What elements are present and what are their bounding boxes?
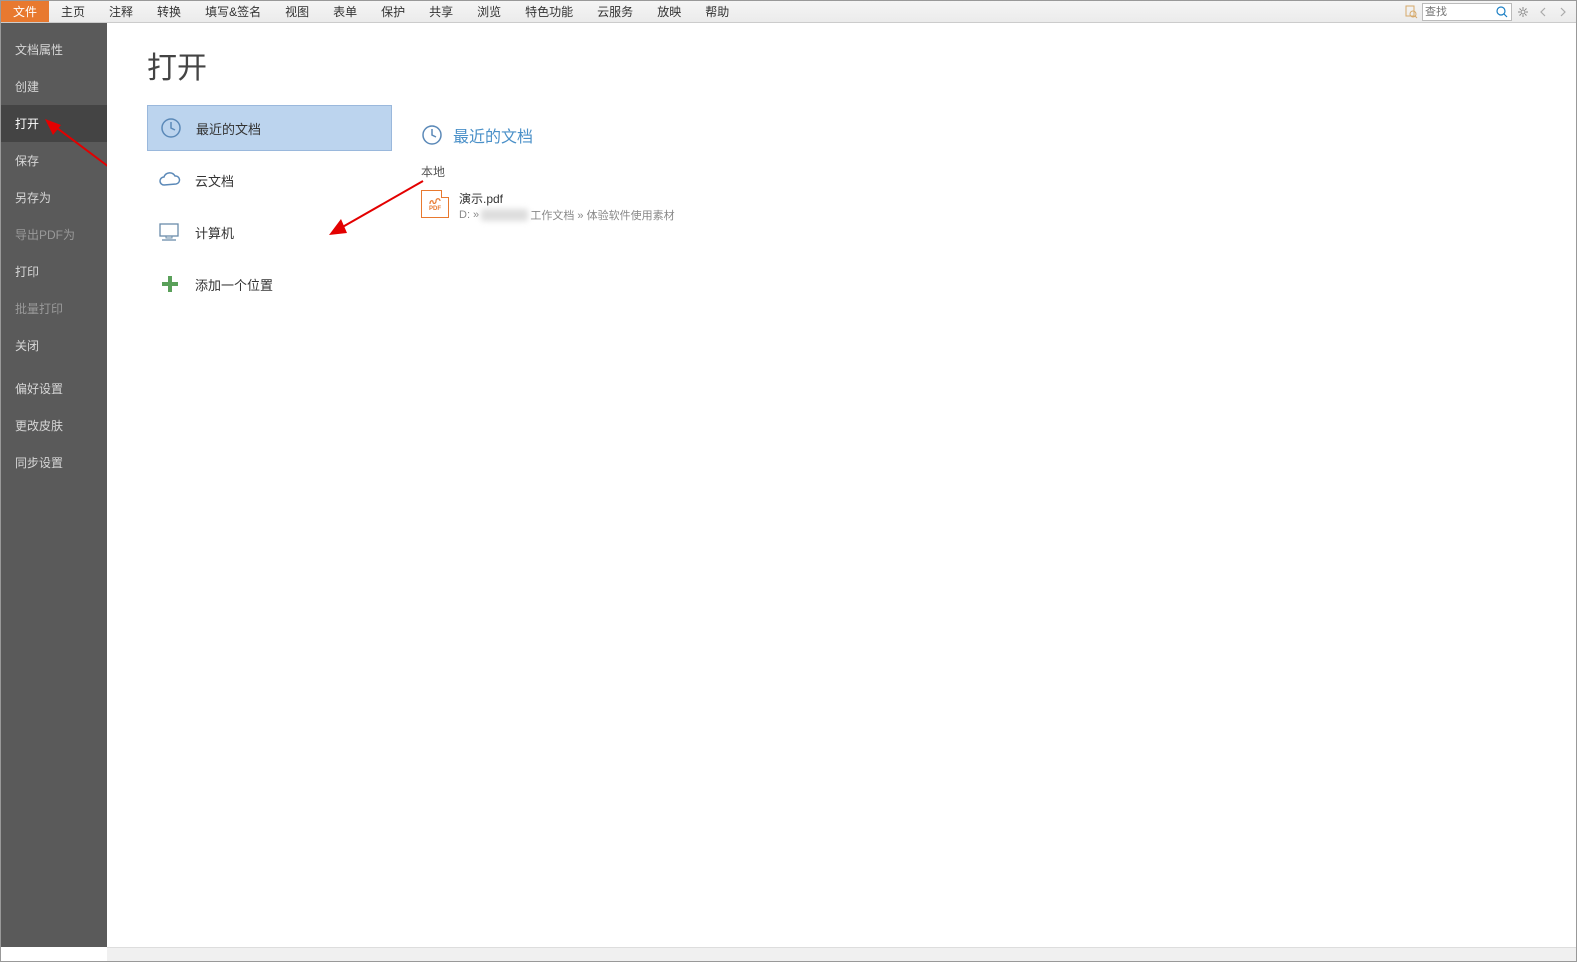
search-box[interactable] xyxy=(1422,3,1512,21)
sidebar-item-preferences[interactable]: 偏好设置 xyxy=(1,370,107,407)
menu-tab-convert[interactable]: 转换 xyxy=(145,1,193,22)
search-icon[interactable] xyxy=(1493,3,1511,21)
menu-tab-browse[interactable]: 浏览 xyxy=(465,1,513,22)
menu-tab-comment[interactable]: 注释 xyxy=(97,1,145,22)
menu-tab-help[interactable]: 帮助 xyxy=(693,1,741,22)
horizontal-scrollbar[interactable] xyxy=(107,947,1576,961)
locations-panel: 打开 最近的文档 云文档 xyxy=(107,23,391,947)
gear-icon[interactable] xyxy=(1514,3,1532,21)
sidebar-item-create[interactable]: 创建 xyxy=(1,68,107,105)
menu-tab-special[interactable]: 特色功能 xyxy=(513,1,585,22)
location-cloud[interactable]: 云文档 xyxy=(147,157,392,203)
location-label: 添加一个位置 xyxy=(195,275,273,294)
search-input[interactable] xyxy=(1423,6,1493,18)
file-name: 演示.pdf xyxy=(459,190,675,207)
clock-icon xyxy=(421,124,443,146)
menu-tab-play[interactable]: 放映 xyxy=(645,1,693,22)
sidebar-item-open[interactable]: 打开 xyxy=(1,105,107,142)
menu-tab-share[interactable]: 共享 xyxy=(417,1,465,22)
location-recent[interactable]: 最近的文档 xyxy=(147,105,392,151)
sidebar-item-close[interactable]: 关闭 xyxy=(1,327,107,364)
cloud-icon xyxy=(157,167,183,193)
sidebar-item-docprops[interactable]: 文档属性 xyxy=(1,31,107,68)
file-sidebar: 文档属性 创建 打开 保存 另存为 导出PDF为 打印 批量打印 关闭 偏好设置… xyxy=(1,23,107,947)
sidebar-item-skin[interactable]: 更改皮肤 xyxy=(1,407,107,444)
sidebar-item-batchprint[interactable]: 批量打印 xyxy=(1,290,107,327)
menu-tab-view[interactable]: 视图 xyxy=(273,1,321,22)
menu-tab-cloud[interactable]: 云服务 xyxy=(585,1,645,22)
content-title: 最近的文档 xyxy=(453,123,533,147)
computer-icon xyxy=(157,219,183,245)
sidebar-item-sync[interactable]: 同步设置 xyxy=(1,444,107,481)
menu-tab-home[interactable]: 主页 xyxy=(49,1,97,22)
menubar: 文件 主页 注释 转换 填写&签名 视图 表单 保护 共享 浏览 特色功能 云服… xyxy=(1,1,1576,23)
plus-icon xyxy=(157,271,183,297)
location-label: 最近的文档 xyxy=(196,119,261,138)
recent-file-item[interactable]: PDF 演示.pdf D: » ████ 工作文档 » 体验软件使用素材 xyxy=(421,186,1576,227)
section-label-local: 本地 xyxy=(421,163,1576,180)
search-doc-icon[interactable] xyxy=(1402,3,1420,21)
sidebar-item-saveas[interactable]: 另存为 xyxy=(1,179,107,216)
menu-tab-file[interactable]: 文件 xyxy=(1,1,49,22)
panel-title: 打开 xyxy=(147,43,391,87)
pdf-file-icon: PDF xyxy=(421,190,449,218)
location-computer[interactable]: 计算机 xyxy=(147,209,392,255)
location-label: 计算机 xyxy=(195,223,234,242)
clock-icon xyxy=(158,115,184,141)
sidebar-item-save[interactable]: 保存 xyxy=(1,142,107,179)
menu-tab-protect[interactable]: 保护 xyxy=(369,1,417,22)
nav-next-icon[interactable] xyxy=(1554,3,1572,21)
content-area: 最近的文档 本地 PDF 演示.pdf D: » ████ 工作文档 » 体验软… xyxy=(391,23,1576,947)
menu-tab-fillsign[interactable]: 填写&签名 xyxy=(193,1,273,22)
nav-prev-icon[interactable] xyxy=(1534,3,1552,21)
location-label: 云文档 xyxy=(195,171,234,190)
file-path: D: » ████ 工作文档 » 体验软件使用素材 xyxy=(459,207,675,223)
sidebar-item-export[interactable]: 导出PDF为 xyxy=(1,216,107,253)
location-add[interactable]: 添加一个位置 xyxy=(147,261,392,307)
sidebar-item-print[interactable]: 打印 xyxy=(1,253,107,290)
menu-tab-form[interactable]: 表单 xyxy=(321,1,369,22)
